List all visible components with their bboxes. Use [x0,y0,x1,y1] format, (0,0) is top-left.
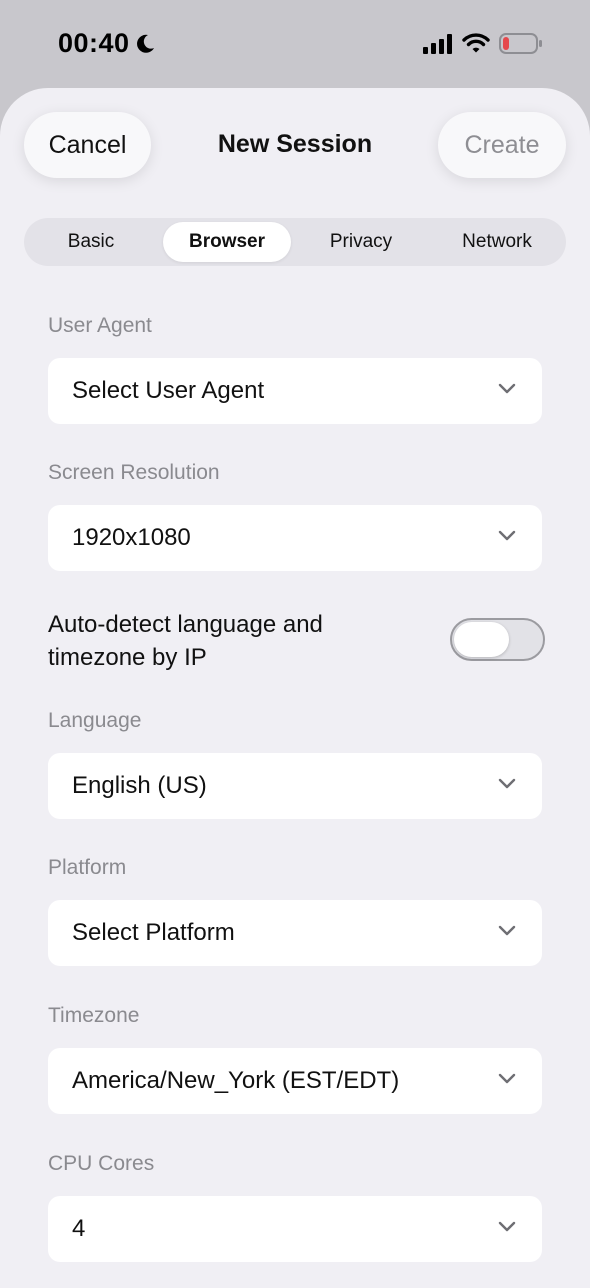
battery-low-icon [499,33,542,54]
chevron-down-icon [498,1073,516,1084]
platform-value: Select Platform [72,919,235,946]
timezone-value: America/New_York (EST/EDT) [72,1067,400,1094]
language-label: Language [48,709,142,732]
battery-level [503,37,509,50]
chevron-down-icon [498,1221,516,1232]
tab-bar: Basic Browser Privacy Network [24,218,566,266]
wifi-icon [462,33,490,53]
tab-basic[interactable]: Basic [28,222,154,262]
platform-label: Platform [48,856,127,879]
cpu-cores-value: 4 [72,1215,86,1242]
language-value: English (US) [72,772,207,799]
status-bar: 00:40 [0,0,590,90]
language-select[interactable]: English (US) [48,753,542,819]
chevron-down-icon [498,925,516,936]
new-session-sheet: Cancel New Session Create Basic Browser … [0,88,590,1288]
toggle-knob [454,622,509,657]
screen-resolution-value: 1920x1080 [72,524,191,551]
tab-browser[interactable]: Browser [163,222,291,262]
tab-privacy[interactable]: Privacy [298,222,424,262]
screen-resolution-select[interactable]: 1920x1080 [48,505,542,571]
cpu-cores-label: CPU Cores [48,1152,155,1175]
timezone-label: Timezone [48,1004,140,1027]
moon-icon [137,34,154,53]
create-button[interactable]: Create [438,112,566,178]
chevron-down-icon [498,530,516,541]
chevron-down-icon [498,383,516,394]
cpu-cores-select[interactable]: 4 [48,1196,542,1262]
auto-detect-toggle[interactable] [450,618,545,661]
chevron-down-icon [498,778,516,789]
user-agent-value: Select User Agent [72,377,265,404]
user-agent-label: User Agent [48,314,152,337]
auto-detect-label: Auto-detect language and timezone by IP [48,611,323,671]
status-time: 00:40 [58,28,130,58]
cellular-signal-icon [423,34,452,54]
platform-select[interactable]: Select Platform [48,900,542,966]
timezone-select[interactable]: America/New_York (EST/EDT) [48,1048,542,1114]
tab-network[interactable]: Network [430,222,564,262]
screen-resolution-label: Screen Resolution [48,461,220,484]
user-agent-select[interactable]: Select User Agent [48,358,542,424]
